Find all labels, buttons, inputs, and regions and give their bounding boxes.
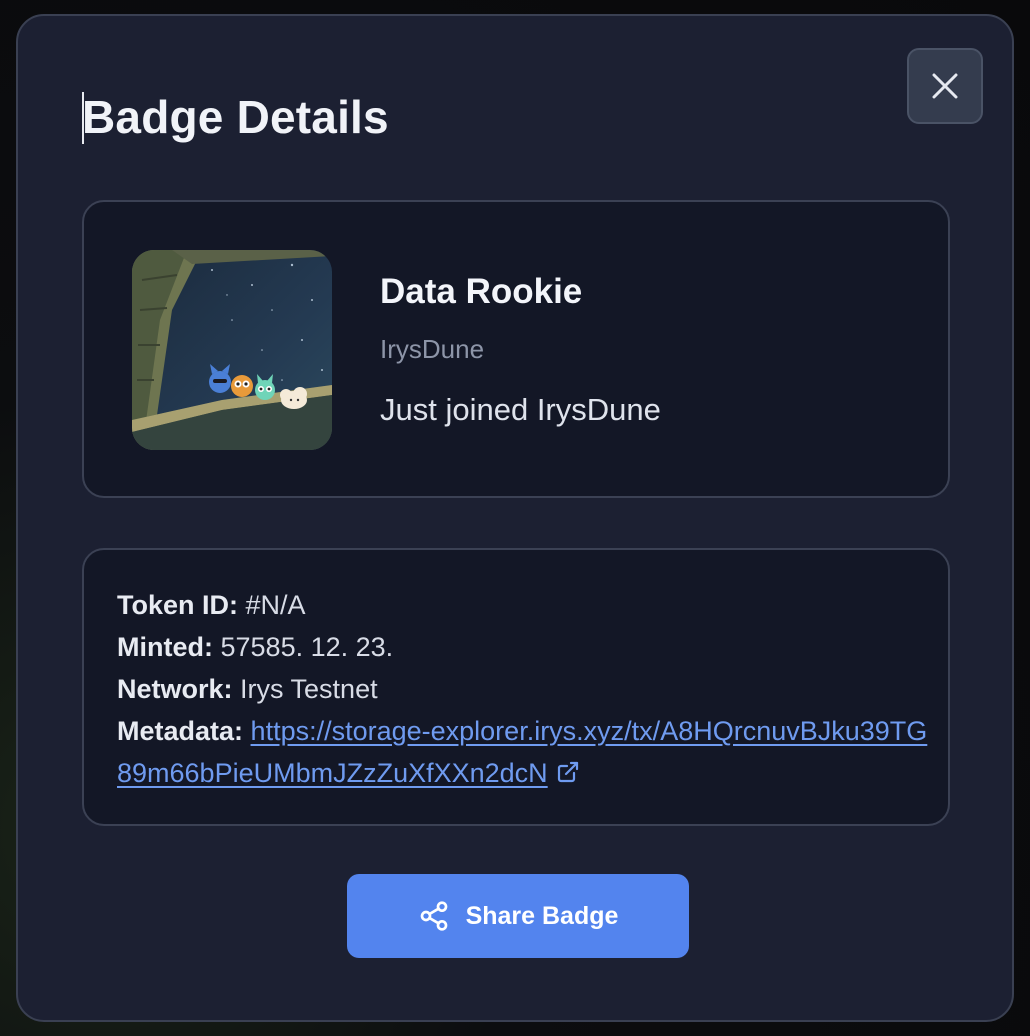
share-badge-label: Share Badge: [465, 901, 619, 930]
token-id-row: Token ID: #N/A: [117, 584, 927, 626]
share-badge-button[interactable]: Share Badge: [347, 874, 689, 958]
metadata-row-continued: 89m66bPieUMbmJZzZuXfXXn2dcN: [117, 752, 927, 796]
minted-row: Minted: 57585. 12. 23.: [117, 626, 927, 668]
minted-value: 57585. 12. 23.: [220, 632, 394, 662]
metadata-label: Metadata:: [117, 716, 244, 746]
badge-summary-card: Data Rookie IrysDune Just joined IrysDun…: [82, 200, 950, 498]
badge-info-card: Token ID: #N/A Minted: 57585. 12. 23. Ne…: [82, 548, 950, 826]
metadata-row: Metadata: https://storage-explorer.irys.…: [117, 710, 927, 752]
metadata-link-line2[interactable]: 89m66bPieUMbmJZzZuXfXXn2dcN: [117, 758, 548, 788]
metadata-link-line1[interactable]: https://storage-explorer.irys.xyz/tx/A8H…: [251, 716, 928, 746]
minted-label: Minted:: [117, 632, 213, 662]
badge-details-modal: Badge Details Data Rookie IrysDune Just …: [16, 14, 1014, 1022]
badge-description: Just joined IrysDune: [380, 392, 661, 427]
network-value: Irys Testnet: [240, 674, 378, 704]
token-id-label: Token ID:: [117, 590, 238, 620]
badge-issuer: IrysDune: [380, 334, 485, 364]
token-id-value: #N/A: [245, 590, 306, 620]
modal-title: Badge Details: [82, 91, 389, 143]
badge-artwork: [132, 250, 332, 450]
badge-name: Data Rookie: [380, 272, 583, 311]
close-button[interactable]: [907, 48, 983, 124]
network-row: Network: Irys Testnet: [117, 668, 927, 710]
share-icon: [420, 901, 447, 931]
external-link-icon[interactable]: [556, 754, 580, 796]
network-label: Network:: [117, 674, 233, 704]
close-icon: [932, 73, 958, 99]
